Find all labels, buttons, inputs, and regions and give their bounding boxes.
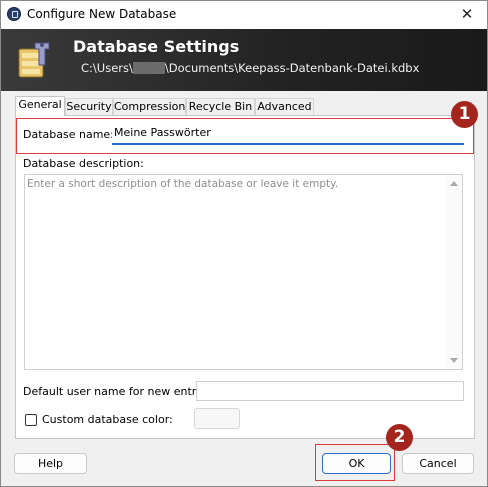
help-button[interactable]: Help — [14, 453, 87, 474]
step-marker-1: 1 — [451, 101, 478, 128]
tab-advanced[interactable]: Advanced — [255, 98, 314, 115]
path-suffix: \Documents\Keepass-Datenbank-Datei.kdbx — [164, 61, 420, 75]
default-user-input[interactable] — [196, 381, 464, 401]
database-settings-icon — [18, 42, 50, 78]
default-user-label: Default user name for new entries: — [23, 385, 216, 398]
keepass-lock-icon — [7, 7, 21, 21]
database-description-textarea[interactable]: Enter a short description of the databas… — [24, 174, 463, 370]
scroll-down-arrow-icon[interactable] — [450, 358, 458, 363]
banner-title: Database Settings — [73, 37, 240, 56]
configure-database-dialog: Configure New Database ✕ Database Settin… — [0, 0, 488, 487]
tab-security[interactable]: Security — [65, 98, 113, 115]
description-placeholder: Enter a short description of the databas… — [27, 178, 339, 190]
title-bar: Configure New Database ✕ — [1, 1, 487, 29]
highlight-ok-button — [315, 444, 395, 481]
tab-compression[interactable]: Compression — [113, 98, 186, 115]
tab-general[interactable]: General — [15, 96, 65, 116]
scroll-up-arrow-icon[interactable] — [450, 181, 458, 186]
cancel-button[interactable]: Cancel — [402, 453, 474, 474]
highlight-database-name — [16, 118, 474, 154]
database-path: C:\Users\ \Documents\Keepass-Datenbank-Da… — [81, 61, 419, 75]
general-tab-panel: Database name: Meine Passwörter Database… — [15, 115, 475, 439]
path-prefix: C:\Users\ — [81, 61, 133, 75]
window-title: Configure New Database — [27, 7, 177, 21]
custom-color-label: Custom database color: — [42, 413, 173, 426]
close-icon[interactable]: ✕ — [447, 1, 487, 29]
header-banner: Database Settings C:\Users\ \Documents\Ke… — [1, 29, 487, 91]
custom-color-button[interactable] — [194, 408, 240, 429]
description-scrollbar[interactable] — [446, 175, 462, 369]
database-description-label: Database description: — [23, 157, 144, 170]
redacted-username — [132, 62, 165, 74]
tab-recycle-bin[interactable]: Recycle Bin — [186, 98, 255, 115]
step-marker-2: 2 — [386, 424, 413, 451]
custom-color-checkbox[interactable] — [25, 414, 37, 426]
